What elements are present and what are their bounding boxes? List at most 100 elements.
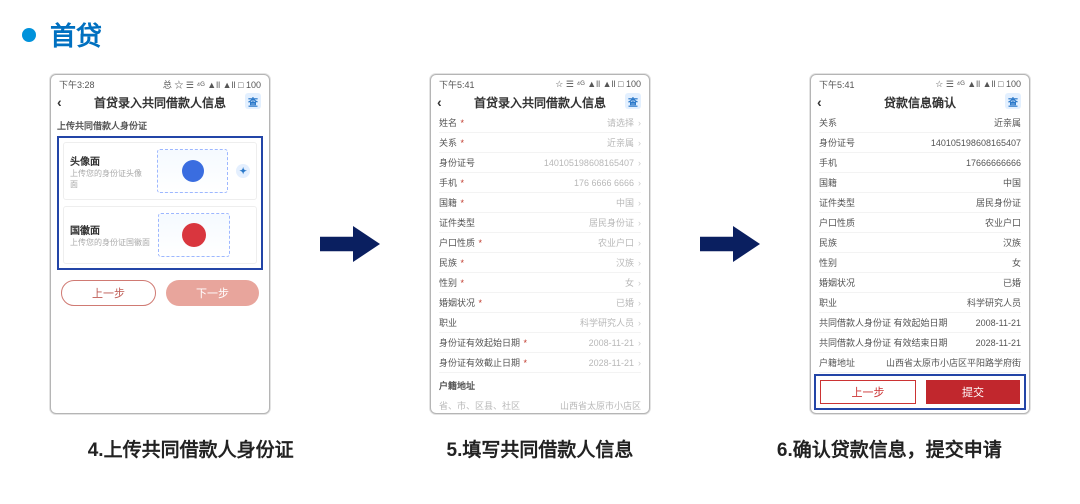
field-label: 性别 * (439, 276, 464, 289)
field-value: 居民身份证 (976, 196, 1021, 209)
field-value: 科学研究人员› (580, 316, 641, 329)
form-row[interactable]: 民族 *汉族› (439, 253, 641, 273)
field-label: 身份证号 (819, 136, 855, 149)
field-label: 民族 (819, 236, 837, 249)
inspect-icon[interactable]: 查 (625, 93, 641, 109)
step-buttons: 上一步 下一步 (51, 278, 269, 308)
arrow-1 (310, 224, 390, 264)
field-label: 婚姻状况 (819, 276, 855, 289)
form-row[interactable]: 婚姻状况 *已婚› (439, 293, 641, 313)
phone-1: 下午3:28 总 ☆ ☰ ⁴ᴳ ▲ll ▲ll □ 100 ‹ 首贷录入共同借款… (50, 74, 270, 414)
field-label: 证件类型 (439, 216, 475, 229)
id-front-row[interactable]: 头像面 上传您的身份证头像面 ✦ (63, 142, 257, 200)
step-6-col: 下午5:41 ☆ ☰ ⁴ᴳ ▲ll ▲ll □ 100 ‹ 贷款信息确认 查 关… (810, 74, 1030, 414)
status-icons: 总 ☆ ☰ ⁴ᴳ ▲ll ▲ll □ 100 (163, 78, 261, 91)
field-value: 17666666666 (966, 158, 1021, 168)
form-row[interactable]: 关系 *近亲属› (439, 133, 641, 153)
confirm-row: 性别女 (819, 253, 1021, 273)
field-label: 婚姻状况 * (439, 296, 482, 309)
form-row[interactable]: 证件类型居民身份证› (439, 213, 641, 233)
confirm-list: 关系近亲属身份证号140105198608165407手机17666666666… (811, 113, 1029, 407)
id-back-card (158, 213, 230, 257)
phone-2: 下午5:41 ☆ ☰ ⁴ᴳ ▲ll ▲ll □ 100 ‹ 首贷录入共同借款人信… (430, 74, 650, 414)
address-value: 山西省太原市小店区 (560, 399, 641, 412)
statusbar: 下午5:41 ☆ ☰ ⁴ᴳ ▲ll ▲ll □ 100 (811, 75, 1029, 91)
page-title: 首贷录入共同借款人信息 (94, 94, 226, 111)
page-title: 贷款信息确认 (884, 94, 956, 111)
form-row[interactable]: 姓名 *请选择› (439, 113, 641, 133)
bottom-bar: 上一步 提交 (814, 374, 1026, 410)
field-value: 汉族 (1003, 236, 1021, 249)
field-label: 关系 * (439, 136, 464, 149)
field-label: 共同借款人身份证 有效结束日期 (819, 336, 948, 349)
id-upload-box: 头像面 上传您的身份证头像面 ✦ 国徽面 上传您的身份证国徽面 (57, 136, 263, 270)
emblem-icon (182, 223, 206, 247)
id-front-title: 头像面 (70, 153, 149, 168)
section-label: 上传共同借款人身份证 (51, 113, 269, 134)
next-button[interactable]: 下一步 (166, 280, 259, 306)
chevron-right-icon: › (638, 138, 641, 148)
form-row[interactable]: 身份证号140105198608165407› (439, 153, 641, 173)
address-picker[interactable]: 省、市、区县、社区 山西省太原市小店区 (439, 394, 641, 414)
id-front-text: 头像面 上传您的身份证头像面 (70, 153, 149, 190)
bullet-dot (22, 28, 36, 42)
back-icon[interactable]: ‹ (817, 94, 822, 110)
confirm-row: 民族 汉族 (819, 233, 1021, 253)
field-label: 职业 (439, 316, 457, 329)
field-label: 性别 (819, 256, 837, 269)
back-icon[interactable]: ‹ (57, 94, 62, 110)
field-label: 职业 (819, 296, 837, 309)
form-row[interactable]: 国籍 *中国› (439, 193, 641, 213)
confirm-row: 户籍地址山西省太原市小店区平阳路学府街 (819, 353, 1021, 373)
field-value: 已婚 (1003, 276, 1021, 289)
confirm-row: 共同借款人身份证 有效结束日期 2028-11-21 (819, 333, 1021, 353)
arrow-2 (690, 224, 770, 264)
chevron-right-icon: › (638, 158, 641, 168)
navbar: ‹ 贷款信息确认 查 (811, 91, 1029, 113)
submit-button[interactable]: 提交 (926, 380, 1020, 404)
inspect-icon[interactable]: 查 (245, 93, 261, 109)
field-value: 2028-11-21 (976, 338, 1021, 348)
field-value: 2008-11-21› (589, 338, 641, 348)
clock: 下午3:28 (59, 78, 95, 91)
chevron-right-icon: › (638, 278, 641, 288)
slide-bullet-header: 首贷 (22, 16, 1080, 53)
captions-row: 4.上传共同借款人身份证 5.填写共同借款人信息 6.确认贷款信息，提交申请 (0, 439, 1080, 464)
id-front-card (157, 149, 228, 193)
step-4-col: 下午3:28 总 ☆ ☰ ⁴ᴳ ▲ll ▲ll □ 100 ‹ 首贷录入共同借款… (50, 74, 270, 414)
confirm-row: 职业科学研究人员 (819, 293, 1021, 313)
id-back-row[interactable]: 国徽面 上传您的身份证国徽面 (63, 206, 257, 264)
chevron-right-icon: › (638, 218, 641, 228)
field-value: 140105198608165407 (931, 138, 1021, 148)
navbar: ‹ 首贷录入共同借款人信息 查 (431, 91, 649, 113)
form-row[interactable]: 身份证有效截止日期 *2028-11-21› (439, 353, 641, 373)
field-label: 身份证有效截止日期 * (439, 356, 527, 369)
field-label: 手机 (819, 156, 837, 169)
back-icon[interactable]: ‹ (437, 94, 442, 110)
prev-button[interactable]: 上一步 (61, 280, 156, 306)
field-label: 手机 * (439, 176, 464, 189)
address-section: 户籍地址 省、市、区县、社区 山西省太原市小店区 平阳路学府街 (439, 373, 641, 414)
arrow-icon (700, 224, 760, 264)
id-front-sub: 上传您的身份证头像面 (70, 168, 149, 190)
prev-button[interactable]: 上一步 (820, 380, 916, 404)
chevron-right-icon: › (638, 338, 641, 348)
field-value: 中国› (616, 196, 641, 209)
confirm-row: 户口性质农业户口 (819, 213, 1021, 233)
form-row[interactable]: 身份证有效起始日期 *2008-11-21› (439, 333, 641, 353)
form-row[interactable]: 户口性质 *农业户口› (439, 233, 641, 253)
step-5-col: 下午5:41 ☆ ☰ ⁴ᴳ ▲ll ▲ll □ 100 ‹ 首贷录入共同借款人信… (430, 74, 650, 414)
chevron-right-icon: › (638, 258, 641, 268)
clock: 下午5:41 (819, 78, 855, 91)
clock: 下午5:41 (439, 78, 475, 91)
inspect-icon[interactable]: 查 (1005, 93, 1021, 109)
address-hint: 省、市、区县、社区 (439, 399, 520, 412)
chevron-right-icon: › (638, 298, 641, 308)
status-icons: ☆ ☰ ⁴ᴳ ▲ll ▲ll □ 100 (935, 79, 1021, 90)
form-row[interactable]: 手机 *176 6666 6666› (439, 173, 641, 193)
form-row[interactable]: 性别 *女› (439, 273, 641, 293)
field-label: 共同借款人身份证 有效起始日期 (819, 316, 948, 329)
statusbar: 下午5:41 ☆ ☰ ⁴ᴳ ▲ll ▲ll □ 100 (431, 75, 649, 91)
arrow-icon (320, 224, 380, 264)
form-row[interactable]: 职业 科学研究人员› (439, 313, 641, 333)
